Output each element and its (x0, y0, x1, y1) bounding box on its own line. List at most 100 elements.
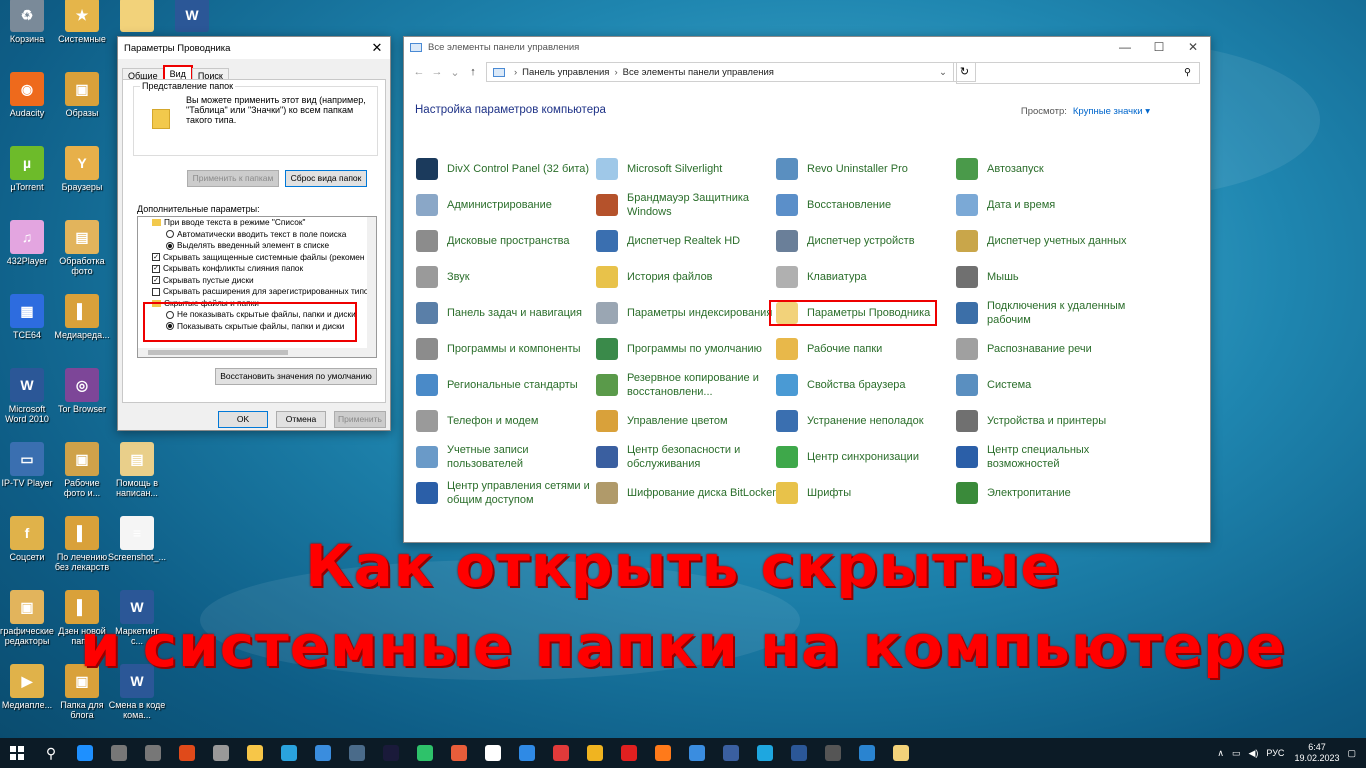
desktop-icon[interactable]: ◉ Audacity (0, 72, 56, 118)
setting-row[interactable]: Скрывать расширения для зарегистрированн… (138, 286, 376, 298)
taskbar-app-button[interactable] (748, 738, 782, 768)
scroll-thumb[interactable] (148, 350, 288, 355)
taskbar-app-button[interactable] (136, 738, 170, 768)
control-panel-item[interactable]: Программы по умолчанию (596, 331, 776, 367)
desktop-icon[interactable]: ▌ Медиаредa... (53, 294, 111, 340)
taskbar-app-button[interactable] (646, 738, 680, 768)
checkbox[interactable]: ✓ (152, 253, 160, 262)
taskbar-app-button[interactable] (238, 738, 272, 768)
breadcrumb-chevron-icon[interactable]: › (514, 67, 517, 78)
clock[interactable]: 6:47 19.02.2023 (1294, 742, 1339, 764)
desktop-icon[interactable]: ▭ IP-TV Player (0, 442, 56, 488)
checkbox[interactable] (152, 287, 160, 296)
control-panel-item[interactable]: Панель задач и навигация (416, 295, 596, 331)
taskbar-app-button[interactable] (612, 738, 646, 768)
control-panel-item[interactable]: Автозапуск (956, 151, 1136, 187)
control-panel-item[interactable]: Подключения к удаленным рабочим (956, 295, 1136, 331)
taskbar-app-button[interactable] (170, 738, 204, 768)
control-panel-item[interactable]: Microsoft Silverlight (596, 151, 776, 187)
breadcrumb-all-items[interactable]: Все элементы панели управления (623, 67, 774, 78)
setting-row[interactable]: При вводе текста в режиме "Список" (138, 217, 376, 229)
up-arrow-icon[interactable]: ↑ (464, 66, 482, 78)
control-panel-item[interactable]: Диспетчер Realtek HD (596, 223, 776, 259)
start-button[interactable] (0, 738, 34, 768)
taskbar-app-button[interactable] (306, 738, 340, 768)
taskbar-app-button[interactable] (408, 738, 442, 768)
desktop-icon[interactable]: ◎ Tor Browser (53, 368, 111, 414)
view-dropdown[interactable]: Крупные значки ▾ (1073, 106, 1150, 117)
close-icon[interactable]: ✕ (1176, 40, 1210, 54)
setting-row[interactable]: ✓ Скрывать защищенные системные файлы (ре… (138, 252, 376, 264)
control-panel-item[interactable]: Программы и компоненты (416, 331, 596, 367)
control-panel-item[interactable]: Параметры Проводника (769, 300, 937, 326)
search-input[interactable]: ⚲ (956, 62, 1200, 84)
control-panel-item[interactable]: Шрифты (776, 475, 956, 511)
control-panel-item[interactable]: Шифрование диска BitLocker (596, 475, 776, 511)
desktop-icon[interactable]: ▣ Образы (53, 72, 111, 118)
control-panel-item[interactable]: Восстановление (776, 187, 956, 223)
breadcrumb-chevron-icon[interactable]: › (614, 67, 617, 78)
control-panel-item[interactable]: Центр безопасности и обслуживания (596, 439, 776, 475)
volume-icon[interactable]: ◀) (1248, 748, 1258, 759)
control-panel-item[interactable]: Региональные стандарты (416, 367, 596, 403)
control-panel-item[interactable]: DivX Control Panel (32 бита) (416, 151, 596, 187)
desktop-icon[interactable]: ♻ Корзина (0, 0, 56, 44)
desktop-icon[interactable]: W Microsoft Word 2010 (0, 368, 56, 424)
address-bar[interactable]: › Панель управления › Все элементы панел… (486, 62, 954, 82)
control-panel-item[interactable]: Электропитание (956, 475, 1136, 511)
taskbar-app-button[interactable] (850, 738, 884, 768)
taskbar-app-button[interactable] (374, 738, 408, 768)
minimize-icon[interactable]: — (1108, 40, 1142, 54)
taskbar-app-button[interactable] (680, 738, 714, 768)
setting-row[interactable]: Автоматически вводить текст в поле поиск… (138, 229, 376, 241)
ok-button[interactable]: OK (218, 411, 268, 428)
setting-row[interactable]: ✓ Скрывать пустые диски (138, 275, 376, 287)
control-panel-item[interactable]: Центр синхронизации (776, 439, 956, 475)
checkbox[interactable]: ✓ (152, 276, 160, 285)
taskbar-app-button[interactable] (204, 738, 238, 768)
language-indicator[interactable]: РУС (1266, 748, 1284, 758)
desktop-icon[interactable]: W (163, 0, 221, 34)
control-panel-item[interactable]: Мышь (956, 259, 1136, 295)
control-panel-item[interactable]: Звук (416, 259, 596, 295)
taskbar-app-button[interactable] (782, 738, 816, 768)
control-panel-item[interactable]: Клавиатура (776, 259, 956, 295)
taskbar-app-button[interactable] (510, 738, 544, 768)
control-panel-item[interactable]: Revo Uninstaller Pro (776, 151, 956, 187)
desktop-icon[interactable] (108, 0, 166, 34)
taskbar-app-button[interactable] (578, 738, 612, 768)
chevron-up-icon[interactable]: ∧ (1217, 748, 1224, 759)
restore-defaults-button[interactable]: Восстановить значения по умолчанию (215, 368, 377, 385)
maximize-icon[interactable]: ☐ (1142, 40, 1176, 54)
taskbar-app-button[interactable] (442, 738, 476, 768)
close-icon[interactable]: ✕ (364, 40, 390, 56)
checkbox[interactable]: ✓ (152, 264, 160, 273)
back-arrow-icon[interactable]: ← (410, 66, 428, 78)
control-panel-item[interactable]: Дата и время (956, 187, 1136, 223)
taskbar-app-button[interactable] (340, 738, 374, 768)
control-panel-item[interactable]: Управление цветом (596, 403, 776, 439)
control-panel-item[interactable]: Диспетчер учетных данных (956, 223, 1136, 259)
control-panel-item[interactable]: Центр управления сетями и общим доступом (416, 475, 596, 511)
horizontal-scrollbar[interactable] (138, 348, 369, 357)
taskbar-app-button[interactable] (272, 738, 306, 768)
control-panel-item[interactable]: Дисковые пространства (416, 223, 596, 259)
taskbar-app-button[interactable] (714, 738, 748, 768)
control-panel-item[interactable]: Устройства и принтеры (956, 403, 1136, 439)
control-panel-item[interactable]: Система (956, 367, 1136, 403)
taskbar-app-button[interactable] (102, 738, 136, 768)
desktop-icon[interactable]: ▣ Рабочие фото и... (53, 442, 111, 498)
taskbar-app-button[interactable] (544, 738, 578, 768)
breadcrumb-control-panel[interactable]: Панель управления (522, 67, 609, 78)
desktop-icon[interactable]: ♫ 432Player (0, 220, 56, 266)
control-panel-item[interactable]: История файлов (596, 259, 776, 295)
forward-arrow-icon[interactable]: → (428, 66, 446, 78)
reset-folders-button[interactable]: Сброс вида папок (285, 170, 367, 187)
taskbar-app-button[interactable] (884, 738, 918, 768)
control-panel-item[interactable]: Диспетчер устройств (776, 223, 956, 259)
recent-chevron-icon[interactable]: ⌄ (446, 66, 464, 79)
chevron-down-icon[interactable]: ⌄ (939, 67, 947, 78)
taskbar-app-button[interactable] (476, 738, 510, 768)
taskbar-app-button[interactable] (68, 738, 102, 768)
taskbar-app-button[interactable] (816, 738, 850, 768)
